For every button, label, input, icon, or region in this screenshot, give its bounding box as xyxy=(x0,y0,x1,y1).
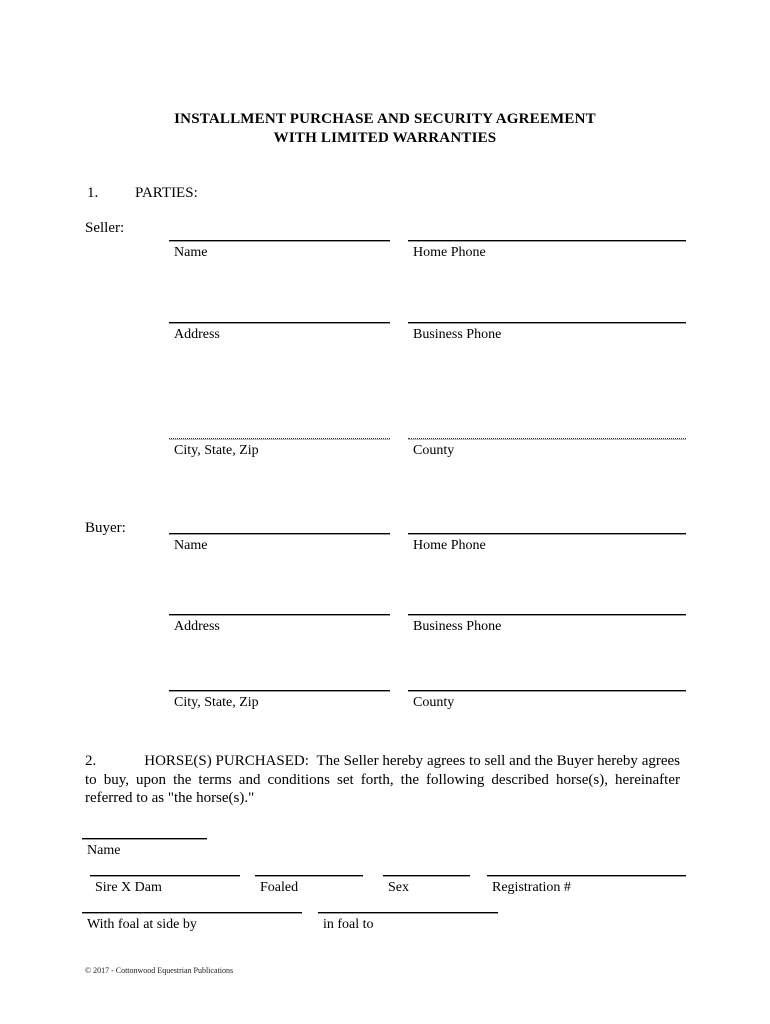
horse-name-caption: Name xyxy=(87,843,121,858)
seller-county-caption: County xyxy=(413,443,455,458)
seller-address-rule xyxy=(169,322,390,323)
buyer-county-caption: County xyxy=(413,695,455,710)
copyright-footer: © 2017 - Cottonwood Equestrian Publicati… xyxy=(85,966,234,975)
clause-1-number: 1. xyxy=(87,185,99,201)
seller-home-phone-caption: Home Phone xyxy=(413,245,486,260)
horse-foal-at-side-rule xyxy=(82,912,302,913)
seller-label: Seller: xyxy=(85,220,125,236)
document-page: INSTALLMENT PURCHASE AND SECURITY AGREEM… xyxy=(0,0,770,1024)
clause-1-heading: 1. PARTIES: xyxy=(87,184,198,203)
clause-2-title: HORSE(S) PURCHASED: xyxy=(144,753,309,769)
buyer-address-rule xyxy=(169,614,390,615)
seller-business-phone-rule xyxy=(408,322,686,323)
buyer-label: Buyer: xyxy=(85,520,126,536)
seller-name-caption: Name xyxy=(174,245,208,260)
horse-registration-caption: Registration # xyxy=(492,880,571,895)
buyer-name-caption: Name xyxy=(174,538,208,553)
horse-foaled-caption: Foaled xyxy=(260,880,299,895)
document-title: INSTALLMENT PURCHASE AND SECURITY AGREEM… xyxy=(0,110,770,148)
buyer-address-caption: Address xyxy=(174,619,220,634)
seller-home-phone-rule xyxy=(408,240,686,241)
horse-sire-dam-caption: Sire X Dam xyxy=(95,880,162,895)
clause-1-title: PARTIES: xyxy=(135,185,198,201)
horse-in-foal-to-caption: in foal to xyxy=(323,917,374,932)
seller-business-phone-caption: Business Phone xyxy=(413,327,502,342)
clause-2-paragraph: 2. HORSE(S) PURCHASED: The Seller hereby … xyxy=(85,752,680,808)
seller-address-caption: Address xyxy=(174,327,220,342)
seller-county-rule xyxy=(408,438,686,439)
title-line-1: INSTALLMENT PURCHASE AND SECURITY AGREEM… xyxy=(174,111,596,127)
horse-foaled-rule xyxy=(255,875,363,876)
horse-foal-at-side-caption: With foal at side by xyxy=(87,917,197,932)
seller-city-state-zip-caption: City, State, Zip xyxy=(174,443,259,458)
buyer-city-state-zip-rule xyxy=(169,690,390,691)
buyer-city-state-zip-caption: City, State, Zip xyxy=(174,695,259,710)
horse-in-foal-to-rule xyxy=(318,912,498,913)
horse-name-rule xyxy=(82,838,207,839)
buyer-county-rule xyxy=(408,690,686,691)
seller-city-state-zip-rule xyxy=(169,438,390,439)
horse-sex-rule xyxy=(383,875,470,876)
buyer-business-phone-rule xyxy=(408,614,686,615)
seller-name-rule xyxy=(169,240,390,241)
buyer-home-phone-caption: Home Phone xyxy=(413,538,486,553)
buyer-business-phone-caption: Business Phone xyxy=(413,619,502,634)
horse-registration-rule xyxy=(487,875,686,876)
clause-2-number: 2. xyxy=(85,753,97,769)
horse-sire-dam-rule xyxy=(90,875,240,876)
buyer-name-rule xyxy=(169,533,390,534)
buyer-home-phone-rule xyxy=(408,533,686,534)
horse-sex-caption: Sex xyxy=(388,880,409,895)
title-line-2: WITH LIMITED WARRANTIES xyxy=(273,130,497,146)
